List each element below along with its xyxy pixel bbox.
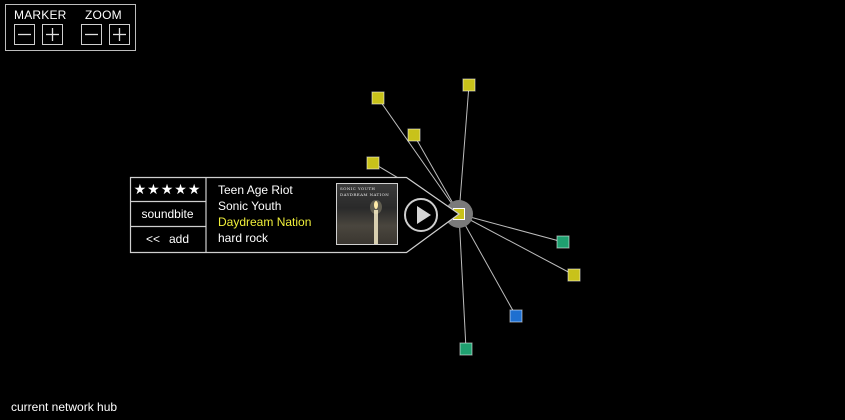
plus-icon [46, 28, 59, 41]
network-node-yellow[interactable] [462, 78, 476, 92]
soundbite-button[interactable]: soundbite [130, 202, 205, 226]
network-edge [458, 84, 470, 215]
network-node-green[interactable] [459, 342, 473, 356]
add-arrows-icon: << [145, 232, 160, 246]
network-node-yellow[interactable] [366, 156, 380, 170]
marker-decrease-button[interactable] [14, 24, 35, 45]
marker-increase-button[interactable] [42, 24, 63, 45]
add-button[interactable]: << add [130, 227, 205, 251]
minus-icon [85, 33, 98, 36]
hub-node[interactable] [453, 208, 465, 220]
network-node-yellow[interactable] [407, 128, 421, 142]
track-genre: hard rock [218, 231, 269, 245]
network-hub-caption: current network hub [11, 400, 118, 414]
add-label: add [168, 232, 190, 246]
network-node-green[interactable] [556, 235, 570, 249]
network-edge [458, 213, 467, 350]
plus-icon [113, 28, 126, 41]
rating-stars[interactable]: ★★★★★ [130, 177, 205, 201]
network-edge [458, 213, 564, 243]
network-node-blue[interactable] [509, 309, 523, 323]
track-artist[interactable]: Sonic Youth [218, 199, 281, 213]
zoom-out-button[interactable] [81, 24, 102, 45]
marker-label: MARKER [14, 8, 67, 22]
map-controls: MARKER ZOOM [5, 4, 136, 51]
zoom-label: ZOOM [85, 8, 122, 22]
play-button[interactable] [404, 198, 438, 232]
album-art: SONIC YOUTH DAYDREAM NATION [336, 183, 398, 245]
minus-icon [18, 33, 31, 36]
candle-image [370, 200, 382, 244]
zoom-in-button[interactable] [109, 24, 130, 45]
play-icon [417, 206, 431, 224]
track-title: Teen Age Riot [218, 183, 293, 197]
network-node-yellow[interactable] [567, 268, 581, 282]
track-album[interactable]: Daydream Nation [218, 215, 311, 229]
network-node-yellow[interactable] [371, 91, 385, 105]
